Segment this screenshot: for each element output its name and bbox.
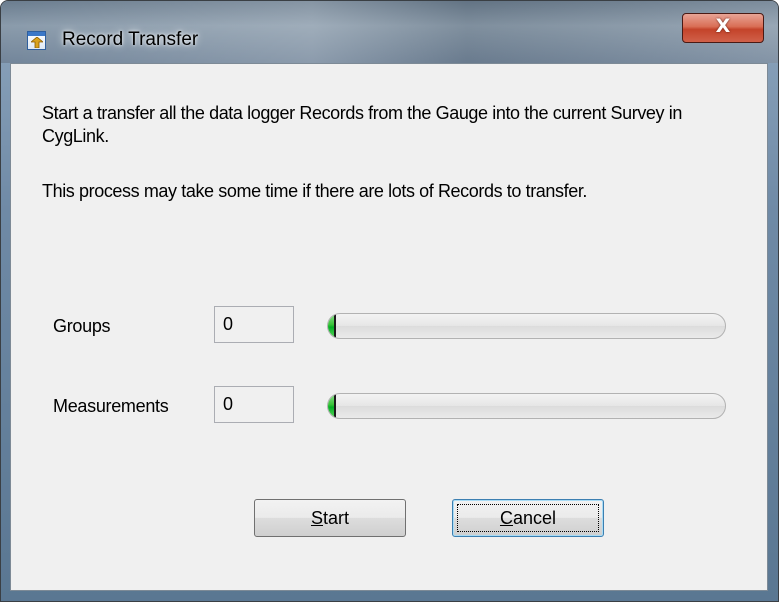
app-window-icon[interactable] <box>27 31 46 50</box>
start-mnemonic: S <box>310 508 323 528</box>
window-title: Record Transfer <box>62 29 199 50</box>
groups-label: Groups <box>53 316 111 336</box>
transfer-description: Start a transfer all the data logger Rec… <box>42 103 682 146</box>
groups-count-field: 0 <box>214 306 294 343</box>
start-label-rest: tart <box>323 508 350 528</box>
measurements-count-field: 0 <box>214 386 294 423</box>
groups-progress-bar <box>327 313 726 339</box>
close-button[interactable]: X <box>682 13 764 43</box>
measurements-progress-bar <box>327 393 726 419</box>
close-icon: X <box>715 15 731 37</box>
start-button[interactable]: Start <box>254 499 406 537</box>
groups-progress-fill <box>328 314 336 338</box>
cancel-button[interactable]: Cancel <box>452 499 604 537</box>
measurements-label: Measurements <box>53 396 169 416</box>
title-bar[interactable]: Record Transfer X <box>1 1 778 63</box>
measurements-progress-fill <box>328 394 336 418</box>
cancel-label-rest: ancel <box>512 508 557 528</box>
cancel-mnemonic: C <box>499 508 513 528</box>
transfer-time-note: This process may take some time if there… <box>42 181 588 201</box>
